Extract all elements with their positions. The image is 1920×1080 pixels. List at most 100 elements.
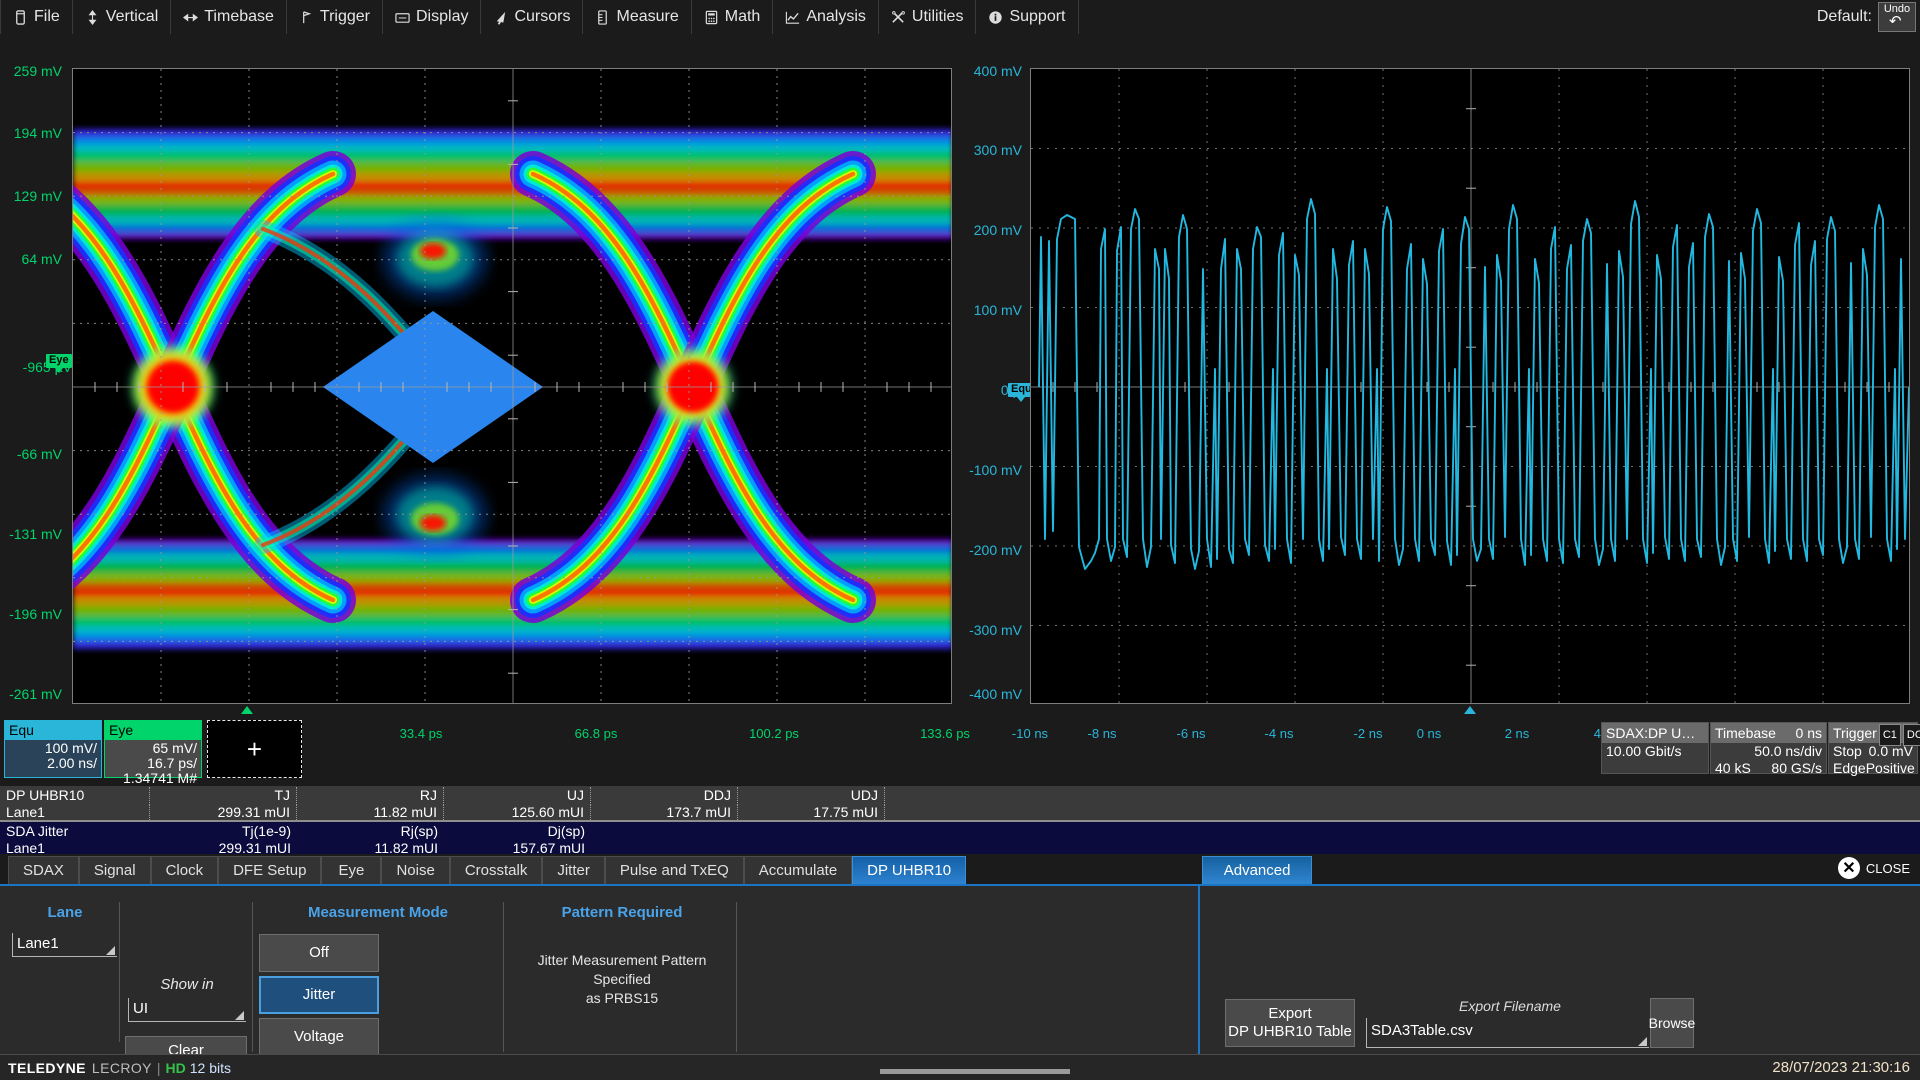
- eye-y-label: 194 mV: [13, 125, 62, 141]
- equ-y-label: 200 mV: [973, 222, 1022, 238]
- tab-advanced[interactable]: Advanced: [1202, 856, 1313, 884]
- lane-select[interactable]: Lane1: [12, 933, 117, 957]
- tab-clock[interactable]: Clock: [150, 856, 219, 884]
- trigger-state-row: Stop 0.0 mV: [1829, 743, 1917, 760]
- horizontal-scroll-indicator[interactable]: [880, 1069, 1070, 1074]
- menu-item-file[interactable]: File: [0, 0, 73, 34]
- timebase-scale-row: 50.0 ns/div: [1711, 743, 1826, 760]
- menu-item-timebase[interactable]: Timebase: [171, 0, 287, 34]
- timebase-samplerate-value: 80 GS/s: [1771, 760, 1822, 776]
- menu-label: Math: [724, 8, 761, 25]
- undo-button[interactable]: Undo ↶: [1878, 2, 1916, 32]
- eye-origin-marker-icon: [241, 706, 253, 714]
- table-header-row: DP UHBR10 TJ RJ UJ DDJ UDJ: [0, 786, 1920, 803]
- tab-label: Signal: [93, 862, 136, 879]
- trigger-level: 0.0 mV: [1868, 743, 1913, 759]
- panel-separator: [503, 902, 504, 1052]
- menu-item-trigger[interactable]: Trigger: [287, 0, 383, 34]
- tab-pulse-and-txeq[interactable]: Pulse and TxEQ: [604, 856, 744, 884]
- equ-x-label: -8 ns: [1087, 726, 1117, 741]
- table-row[interactable]: Lane1 299.31 mUI 11.82 mUI 125.60 mUI 17…: [0, 803, 1920, 820]
- tab-dfe-setup[interactable]: DFE Setup: [218, 856, 322, 884]
- eye-y-label: -196 mV: [9, 606, 62, 622]
- bit-depth: 12 bits: [189, 1059, 231, 1076]
- menu-item-cursors[interactable]: Cursors: [481, 0, 584, 34]
- trigger-flag-icon: [299, 10, 314, 25]
- pattern-text-line1: Jitter Measurement Pattern Specified: [537, 952, 707, 987]
- tab-crosstalk[interactable]: Crosstalk: [449, 856, 543, 884]
- menu-label: Analysis: [806, 8, 866, 25]
- tab-label: Eye: [338, 862, 365, 879]
- eye-x-label: 66.8 ps: [574, 726, 618, 741]
- show-in-select-value: UI: [133, 1000, 148, 1017]
- analysis-chart-icon: [785, 10, 800, 25]
- equ-grid[interactable]: [1030, 68, 1910, 704]
- equ-y-label: -400 mV: [969, 686, 1022, 702]
- add-trace-button[interactable]: +: [207, 720, 302, 778]
- menu-item-utilities[interactable]: Utilities: [879, 0, 977, 34]
- tab-eye[interactable]: Eye: [321, 856, 382, 884]
- table-header-cell: Dj(sp): [547, 822, 585, 839]
- timebase-info-box[interactable]: Timebase 0 ns 50.0 ns/div 40 kS 80 GS/s: [1710, 722, 1827, 776]
- tab-label: Accumulate: [758, 862, 838, 879]
- export-table-button[interactable]: Export DP UHBR10 Table: [1225, 999, 1355, 1047]
- source-info-box[interactable]: SDAX:DP U… 10.00 Gbit/s: [1601, 722, 1709, 774]
- equ-y-label: -300 mV: [969, 622, 1022, 638]
- eye-y-label: -131 mV: [9, 526, 62, 542]
- tab-sdax[interactable]: SDAX: [8, 856, 79, 884]
- menu-item-vertical[interactable]: Vertical: [73, 0, 172, 34]
- equ-x-label: 0 ns: [1416, 726, 1442, 741]
- trigger-title: Trigger C1 DC: [1829, 723, 1920, 746]
- equ-origin-marker-icon: [1464, 706, 1476, 714]
- timebase-scale-value: 50.0 ns/div: [1754, 743, 1822, 759]
- equ-y-label: 400 mV: [973, 63, 1022, 79]
- mode-off-label: Off: [309, 944, 329, 961]
- descriptor-eye[interactable]: Eye 65 mV/ 16.7 ps/ 1.34741 M#: [104, 720, 202, 786]
- table-header-cell: SDA Jitter: [6, 822, 69, 839]
- eye-grid[interactable]: [72, 68, 952, 704]
- tab-jitter[interactable]: Jitter: [542, 856, 605, 884]
- table-header-cell: DDJ: [591, 786, 738, 803]
- tab-noise[interactable]: Noise: [381, 856, 450, 884]
- menu-item-display[interactable]: Display: [383, 0, 482, 34]
- browse-label: Browse: [1648, 1015, 1696, 1031]
- menu-item-analysis[interactable]: Analysis: [773, 0, 879, 34]
- menu-item-support[interactable]: Support: [976, 0, 1079, 34]
- export-filename-input[interactable]: SDA3Table.csv: [1366, 1018, 1649, 1048]
- lane-section-title: Lane: [47, 904, 83, 921]
- main-menu-bar: File Vertical Timebase Trigger Display C…: [0, 0, 1920, 34]
- tab-dp-uhbr10[interactable]: DP UHBR10: [852, 856, 967, 884]
- tab-label: DP UHBR10: [867, 862, 952, 879]
- mode-voltage-button[interactable]: Voltage: [259, 1018, 379, 1056]
- timebase-memory-value: 40 kS: [1715, 760, 1751, 776]
- equ-y-label: -100 mV: [969, 462, 1022, 478]
- trigger-type-row: Edge Positive: [1829, 760, 1917, 777]
- browse-button[interactable]: Browse: [1648, 998, 1696, 1048]
- trigger-title-label: Trigger: [1833, 725, 1877, 741]
- menu-label: Display: [416, 8, 469, 25]
- tab-label: SDAX: [23, 862, 64, 879]
- show-in-select[interactable]: UI: [128, 998, 246, 1022]
- mode-jitter-button[interactable]: Jitter: [259, 976, 379, 1014]
- source-value: 10.00 Gbit/s: [1606, 743, 1682, 759]
- mode-off-button[interactable]: Off: [259, 934, 379, 972]
- close-panel-button[interactable]: ✕ CLOSE: [1837, 857, 1910, 879]
- trigger-info-box[interactable]: Trigger C1 DC Stop 0.0 mV Edge Positive: [1828, 722, 1920, 777]
- descriptor-equ[interactable]: Equ 100 mV/ 2.00 ns/: [4, 720, 102, 778]
- eye-x-label: 100.2 ps: [749, 726, 799, 741]
- trigger-slope: Positive: [1865, 760, 1915, 776]
- eye-y-label: 259 mV: [13, 63, 62, 79]
- trigger-state: Stop: [1833, 743, 1862, 759]
- menu-item-measure[interactable]: Measure: [583, 0, 692, 34]
- measurement-table[interactable]: DP UHBR10 TJ RJ UJ DDJ UDJ Lane1 299.31 …: [0, 786, 1920, 856]
- eye-offset-marker[interactable]: Eye: [46, 354, 72, 373]
- menu-item-math[interactable]: Math: [692, 0, 774, 34]
- file-icon: [13, 9, 28, 25]
- pattern-required-text: Jitter Measurement Pattern Specified as …: [508, 951, 736, 1008]
- show-in-label: Show in: [160, 976, 214, 993]
- tab-accumulate[interactable]: Accumulate: [743, 856, 853, 884]
- tab-signal[interactable]: Signal: [78, 856, 151, 884]
- hd-badge: HD: [165, 1059, 186, 1076]
- eye-y-label: -261 mV: [9, 686, 62, 702]
- descriptor-values: 100 mV/ 2.00 ns/: [5, 740, 101, 771]
